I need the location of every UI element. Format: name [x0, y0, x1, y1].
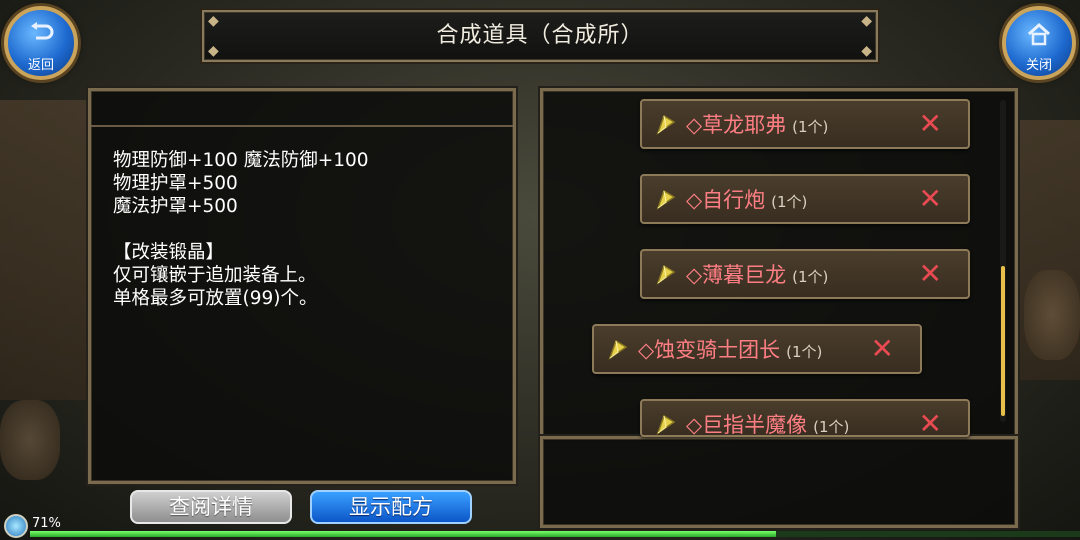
progress-fill — [30, 531, 776, 537]
home-icon — [1006, 22, 1072, 50]
material-name: ◇薄暮巨龙 — [686, 263, 787, 287]
material-item[interactable]: ◇自行炮 (1个) ✕ — [640, 174, 970, 224]
material-name: ◇自行炮 — [686, 188, 766, 212]
back-label: 返回 — [27, 58, 54, 73]
material-quantity: (1个) — [813, 418, 850, 436]
material-item[interactable]: ◇巨指半魔像 (1个) ✕ — [640, 399, 970, 437]
material-item[interactable]: ◇薄暮巨龙 (1个) ✕ — [640, 249, 970, 299]
background-barrel — [0, 400, 60, 480]
background-shelf — [0, 100, 90, 400]
yellow-crystal-icon — [656, 264, 676, 285]
return-arrow-icon — [8, 22, 74, 48]
yellow-crystal-icon — [656, 189, 676, 210]
remove-material-button[interactable]: ✕ — [871, 334, 894, 364]
scrollbar-thumb[interactable] — [1001, 266, 1005, 416]
yellow-crystal-icon — [656, 414, 676, 435]
item-description-panel: 物理防御+100 魔法防御+100 物理护罩+500 魔法护罩+500 【改装锻… — [88, 88, 516, 484]
item-description-text: 物理防御+100 魔法防御+100 物理护罩+500 魔法护罩+500 【改装锻… — [113, 150, 369, 309]
close-label: 关闭 — [1025, 58, 1052, 73]
material-name: ◇蚀变骑士团长 — [638, 338, 781, 362]
material-name: ◇草龙耶弗 — [686, 113, 787, 137]
material-quantity: (1个) — [792, 118, 829, 136]
material-quantity: (1个) — [786, 343, 823, 361]
yellow-crystal-icon — [608, 339, 628, 360]
panel-divider — [91, 125, 513, 127]
experience-orb-icon — [4, 514, 28, 538]
page-title: 合成道具（合成所） — [436, 23, 644, 48]
material-name: ◇巨指半魔像 — [686, 413, 808, 437]
yellow-crystal-icon — [656, 114, 676, 135]
remove-material-button[interactable]: ✕ — [919, 259, 942, 289]
background-barrel — [1024, 270, 1080, 360]
progress-bar — [30, 531, 1080, 537]
progress-percent: 71% — [32, 516, 61, 531]
remove-material-button[interactable]: ✕ — [919, 184, 942, 214]
material-item[interactable]: ◇蚀变骑士团长 (1个) ✕ — [592, 324, 922, 374]
material-quantity: (1个) — [792, 268, 829, 286]
remove-material-button[interactable]: ✕ — [919, 409, 942, 436]
remove-material-button[interactable]: ✕ — [919, 109, 942, 139]
close-button[interactable]: 关闭 — [1002, 6, 1076, 80]
title-bar: ◆ ◆ ◆ ◆ 合成道具（合成所） — [202, 10, 878, 62]
material-item[interactable]: ◇草龙耶弗 (1个) ✕ — [640, 99, 970, 149]
back-button[interactable]: 返回 — [4, 6, 78, 80]
material-quantity: (1个) — [771, 193, 808, 211]
